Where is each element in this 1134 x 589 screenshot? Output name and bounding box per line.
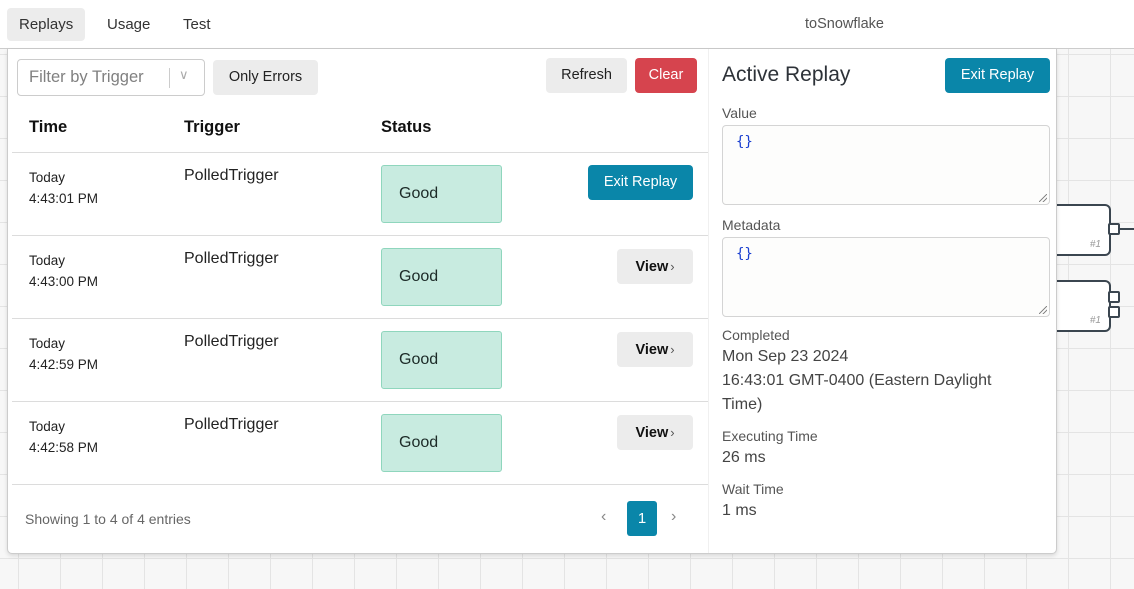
status-badge: Good	[381, 165, 502, 223]
trigger-cell: PolledTrigger	[184, 250, 279, 267]
resize-handle-icon[interactable]	[1039, 194, 1047, 202]
output-port[interactable]	[1108, 223, 1120, 235]
chevron-right-icon: ›	[670, 259, 675, 274]
previous-page-icon[interactable]: ‹	[601, 508, 606, 526]
tab-test[interactable]: Test	[171, 8, 223, 41]
time-text: 4:43:00 PM	[29, 274, 99, 289]
tab-usage[interactable]: Usage	[95, 8, 162, 41]
exit-replay-button[interactable]: Exit Replay	[945, 58, 1050, 93]
output-port[interactable]	[1108, 291, 1120, 303]
replays-list: Filter by Trigger ∨ Only Errors Refresh …	[8, 49, 708, 553]
completed-label: Completed	[722, 327, 790, 343]
day-text: Today	[29, 253, 66, 268]
chevron-right-icon: ›	[670, 425, 675, 440]
view-button[interactable]: View ›	[617, 249, 693, 284]
view-label: View	[635, 259, 669, 275]
value-content: {}	[736, 134, 753, 150]
time-cell: Today 4:42:59 PM	[29, 333, 98, 375]
view-label: View	[635, 425, 669, 441]
node-number: #1	[1089, 239, 1101, 250]
time-text: 4:42:59 PM	[29, 357, 99, 372]
table-row: Today 4:43:00 PM PolledTrigger Good View…	[8, 236, 708, 319]
active-replay-panel: Active Replay Exit Replay Value {} Metad…	[708, 49, 1058, 553]
status-badge: Good	[381, 331, 502, 389]
value-editor[interactable]: {}	[722, 125, 1050, 205]
time-cell: Today 4:43:00 PM	[29, 250, 98, 292]
column-header-status: Status	[381, 118, 432, 136]
metadata-editor[interactable]: {}	[722, 237, 1050, 317]
completed-value: Mon Sep 23 2024 16:43:01 GMT-0400 (Easte…	[722, 345, 991, 417]
completed-date: Mon Sep 23 2024	[722, 348, 849, 365]
table-row: Today 4:43:01 PM PolledTrigger Good Exit…	[8, 153, 708, 236]
next-page-icon[interactable]: ›	[671, 508, 676, 526]
metadata-content: {}	[736, 246, 753, 262]
executing-time-value: 26 ms	[722, 449, 766, 466]
column-header-time: Time	[29, 118, 68, 136]
tab-replays[interactable]: Replays	[7, 8, 86, 41]
completed-time: 16:43:01 GMT-0400 (Eastern Daylight	[722, 372, 992, 389]
status-badge: Good	[381, 414, 502, 472]
metadata-label: Metadata	[722, 217, 781, 233]
time-text: 4:42:58 PM	[29, 440, 99, 455]
select-separator	[169, 68, 170, 88]
wait-time-value: 1 ms	[722, 502, 757, 519]
flow-title: toSnowflake	[805, 16, 884, 32]
day-text: Today	[29, 336, 66, 351]
output-port[interactable]	[1108, 306, 1120, 318]
value-label: Value	[722, 105, 757, 121]
connection-wire	[1120, 228, 1134, 230]
refresh-button[interactable]: Refresh	[546, 58, 627, 93]
chevron-right-icon: ›	[670, 342, 675, 357]
clear-button[interactable]: Clear	[635, 58, 697, 93]
node-number: #1	[1089, 315, 1101, 326]
time-text: 4:43:01 PM	[29, 191, 99, 206]
replays-panel: Filter by Trigger ∨ Only Errors Refresh …	[7, 49, 1057, 554]
completed-time-cont: Time)	[722, 396, 763, 413]
divider	[12, 484, 708, 485]
day-text: Today	[29, 170, 66, 185]
trigger-cell: PolledTrigger	[184, 333, 279, 350]
column-header-trigger: Trigger	[184, 118, 240, 136]
trigger-cell: PolledTrigger	[184, 167, 279, 184]
table-row: Today 4:42:58 PM PolledTrigger Good View…	[8, 402, 708, 485]
exit-replay-row-button[interactable]: Exit Replay	[588, 165, 693, 200]
resize-handle-icon[interactable]	[1039, 306, 1047, 314]
top-bar: Replays Usage Test toSnowflake	[0, 0, 1134, 49]
day-text: Today	[29, 419, 66, 434]
view-button[interactable]: View ›	[617, 415, 693, 450]
wait-time-label: Wait Time	[722, 481, 784, 497]
table-row: Today 4:42:59 PM PolledTrigger Good View…	[8, 319, 708, 402]
filter-placeholder: Filter by Trigger	[29, 68, 144, 86]
executing-time-label: Executing Time	[722, 428, 818, 444]
active-replay-title: Active Replay	[722, 63, 851, 86]
chevron-down-icon[interactable]: ∨	[179, 67, 189, 83]
status-badge: Good	[381, 248, 502, 306]
trigger-cell: PolledTrigger	[184, 416, 279, 433]
view-button[interactable]: View ›	[617, 332, 693, 367]
time-cell: Today 4:42:58 PM	[29, 416, 98, 458]
page-1-button[interactable]: 1	[627, 501, 657, 536]
view-label: View	[635, 342, 669, 358]
entries-summary: Showing 1 to 4 of 4 entries	[25, 511, 191, 527]
time-cell: Today 4:43:01 PM	[29, 167, 98, 209]
trigger-filter-select[interactable]: Filter by Trigger ∨	[17, 59, 205, 96]
only-errors-button[interactable]: Only Errors	[213, 60, 318, 95]
